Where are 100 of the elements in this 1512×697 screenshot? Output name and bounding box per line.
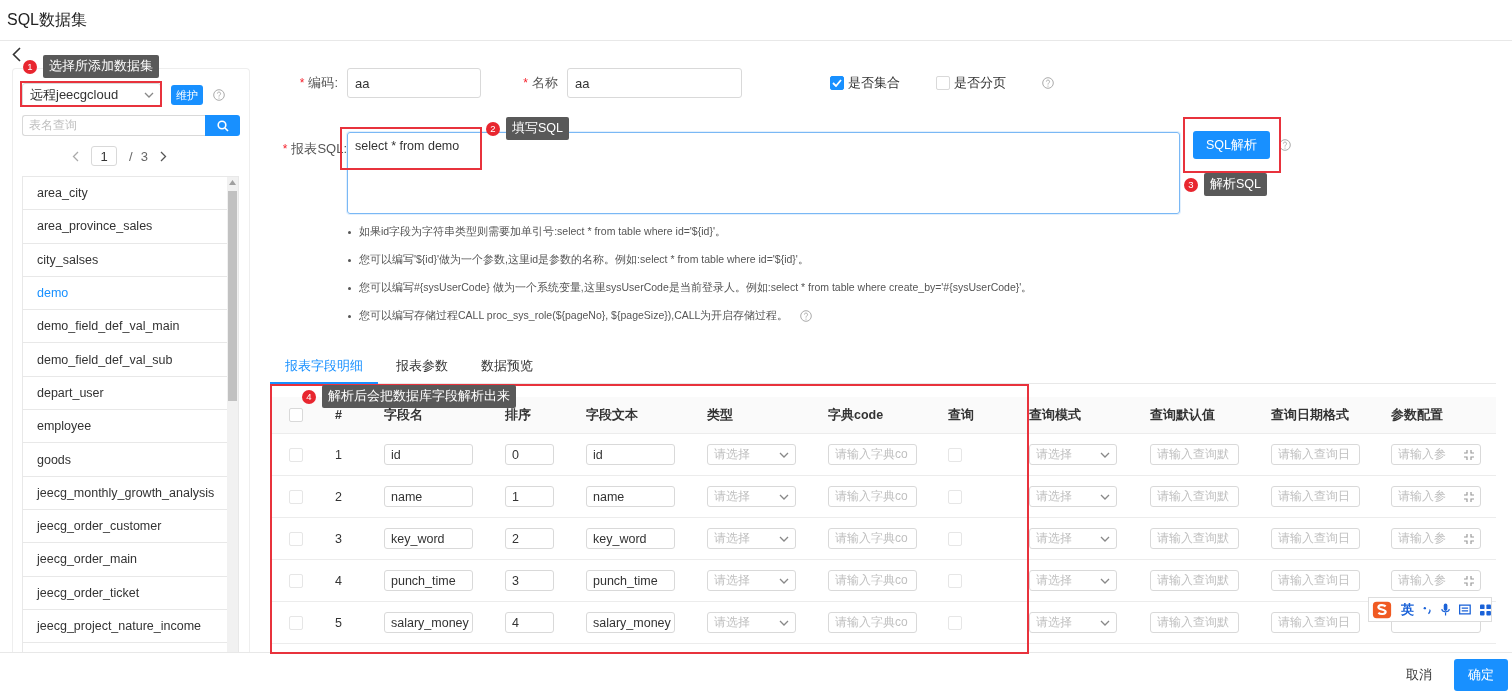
row-checkbox[interactable] — [289, 447, 303, 462]
annotation-tooltip: 解析后会把数据库字段解析出来 — [322, 385, 516, 408]
chevron-down-icon — [1100, 493, 1110, 500]
field-name-input[interactable]: name — [384, 486, 473, 507]
query-checkbox[interactable] — [948, 615, 962, 630]
field-text-input[interactable]: id — [586, 444, 675, 465]
chevron-down-icon — [779, 619, 789, 626]
chevron-down-icon — [779, 493, 789, 500]
row-number: 4 — [335, 573, 342, 588]
expand-icon — [1464, 533, 1474, 544]
help-icon — [1279, 139, 1291, 151]
column-header: 字典code — [828, 406, 884, 424]
page-separator: / — [129, 148, 133, 164]
query-checkbox[interactable] — [948, 573, 962, 588]
chevron-down-icon — [779, 577, 789, 584]
field-name-input[interactable]: key_word — [384, 528, 473, 549]
query-checkbox[interactable] — [948, 489, 962, 504]
step-badge: 2 — [486, 121, 500, 136]
chevron-down-icon — [1100, 577, 1110, 584]
expand-icon — [1464, 575, 1474, 586]
previous-page-icon[interactable] — [72, 150, 79, 162]
field-label: 名称 — [532, 74, 558, 92]
step-badge: 3 — [1184, 177, 1198, 192]
field-text-input[interactable]: salary_money — [586, 612, 675, 633]
step-badge: 4 — [302, 389, 316, 404]
back-icon[interactable] — [12, 47, 21, 62]
field-text-input[interactable]: punch_time — [586, 570, 675, 591]
row-number: 1 — [335, 447, 342, 462]
help-icon — [213, 89, 225, 101]
expand-icon — [1464, 491, 1474, 502]
tab[interactable]: 报表参数 — [381, 350, 463, 384]
column-header: 参数配置 — [1391, 406, 1443, 424]
order-input[interactable]: 2 — [505, 528, 554, 549]
field-text-input[interactable]: key_word — [586, 528, 675, 549]
chevron-down-icon — [1100, 451, 1110, 458]
dialog-title: SQL数据集 — [7, 9, 87, 30]
bullet-icon — [348, 314, 351, 318]
required-mark: * — [523, 76, 528, 90]
row-number: 3 — [335, 531, 342, 546]
column-header: 排序 — [505, 406, 531, 424]
tab[interactable]: 数据预览 — [466, 350, 548, 384]
column-header: 查询默认值 — [1150, 406, 1215, 424]
chevron-down-icon — [1100, 535, 1110, 542]
order-input[interactable]: 3 — [505, 570, 554, 591]
row-checkbox[interactable] — [289, 489, 303, 504]
chevron-down-icon — [779, 451, 789, 458]
step-badge: 1 — [23, 59, 37, 74]
microphone-icon — [1441, 602, 1451, 617]
annotation-tooltip: 选择所添加数据集 — [43, 55, 159, 78]
page-total: 3 — [140, 148, 148, 164]
bullet-icon — [348, 230, 351, 234]
expand-icon — [1464, 449, 1474, 460]
row-checkbox[interactable] — [289, 615, 303, 630]
search-button[interactable] — [205, 115, 240, 136]
order-input[interactable]: 4 — [505, 612, 554, 633]
column-header: 查询日期格式 — [1271, 406, 1349, 424]
hint-text: 您可以编写'${id}'做为一个参数,这里id是参数的名称。例如:select * from table where id='${id}'。 — [359, 253, 809, 267]
column-header: 类型 — [707, 406, 733, 424]
row-number: 5 — [335, 615, 342, 630]
name-field[interactable]: aa — [567, 68, 742, 98]
select-all-checkbox[interactable] — [289, 408, 303, 422]
annotation-tooltip: 填写SQL — [506, 117, 569, 140]
page-number-field[interactable]: 1 — [91, 146, 117, 166]
chevron-down-icon — [779, 535, 789, 542]
column-header: 查询 — [948, 406, 974, 424]
grid-icon — [1480, 603, 1491, 616]
scroll-thumb[interactable] — [228, 191, 237, 401]
row-number: 2 — [335, 489, 342, 504]
order-input[interactable]: 1 — [505, 486, 554, 507]
query-checkbox[interactable] — [948, 447, 962, 462]
annotation-tooltip: 解析SQL — [1204, 173, 1267, 196]
field-name-input[interactable]: id — [384, 444, 473, 465]
checkbox-label: 是否集合 — [848, 74, 900, 92]
chevron-down-icon — [144, 92, 154, 98]
help-icon — [1042, 77, 1054, 89]
row-checkbox[interactable] — [289, 573, 303, 588]
query-checkbox[interactable] — [948, 531, 962, 546]
bullet-icon — [348, 258, 351, 262]
hint-text: 您可以编写存储过程CALL proc_sys_role(${pageNo}, ${pageSize}),CALL为开启存储过程。 — [359, 309, 789, 323]
datasource-select[interactable]: 远程jeecgcloud — [22, 83, 161, 107]
code-field[interactable]: aa — [347, 68, 481, 98]
field-name-input[interactable]: punch_time — [384, 570, 473, 591]
column-header: 查询模式 — [1029, 406, 1081, 424]
scroll-up-icon[interactable] — [229, 180, 236, 185]
column-header: 字段名 — [384, 406, 423, 424]
order-input[interactable]: 0 — [505, 444, 554, 465]
punctuation-icon — [1423, 604, 1433, 615]
row-checkbox[interactable] — [289, 531, 303, 546]
required-mark: * — [282, 142, 288, 156]
column-header: 字段文本 — [586, 406, 638, 424]
bullet-icon — [348, 286, 351, 290]
next-page-icon[interactable] — [159, 150, 167, 162]
field-text-input[interactable]: name — [586, 486, 675, 507]
hint-text: 如果id字段为字符串类型则需要加单引号:select * from table where id='${id}'。 — [359, 225, 726, 239]
chevron-down-icon — [1100, 619, 1110, 626]
keyboard-icon — [1459, 604, 1472, 615]
hint-text: 您可以编写#{sysUserCode} 做为一个系统变量,这里sysUserCode是当前登录人。例如:select * from table where create_by='#{sysUserCode}'。 — [359, 281, 1033, 295]
help-icon — [800, 310, 813, 322]
field-name-input[interactable]: salary_money — [384, 612, 473, 633]
checkbox[interactable] — [830, 76, 844, 90]
